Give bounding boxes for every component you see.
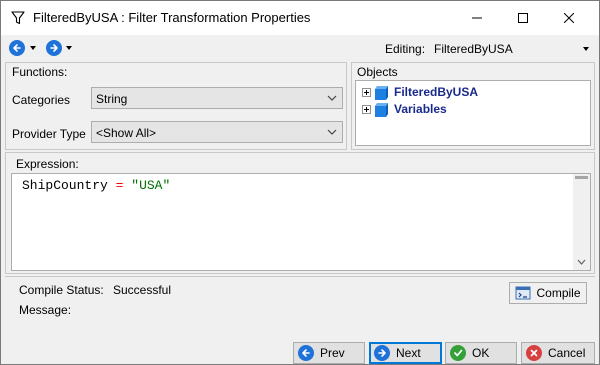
- back-dropdown-icon[interactable]: [30, 46, 36, 50]
- functions-panel: Functions: Categories String Provider Ty…: [5, 62, 347, 150]
- provider-type-label: Provider Type: [12, 127, 86, 141]
- filter-properties-window: FilteredByUSA : Filter Transformation Pr…: [0, 0, 600, 365]
- next-button[interactable]: Next: [369, 342, 442, 364]
- forward-dropdown-icon[interactable]: [66, 46, 72, 50]
- objects-title: Objects: [357, 65, 398, 79]
- dialog-buttons: Prev Next OK Cancel: [1, 337, 599, 365]
- close-icon: [564, 13, 574, 23]
- arrow-left-icon: [298, 345, 314, 361]
- maximize-icon: [518, 13, 528, 23]
- categories-label: Categories: [12, 93, 71, 107]
- toolbar: Editing: FilteredByUSA: [1, 35, 599, 61]
- minimize-button[interactable]: [454, 1, 500, 35]
- categories-value: String: [96, 92, 128, 106]
- cancel-button[interactable]: Cancel: [521, 342, 595, 364]
- tree-item-label: FilteredByUSA: [394, 85, 479, 99]
- code-line: ShipCountry = "USA": [22, 178, 170, 193]
- tree-item-variables[interactable]: Variables: [362, 101, 447, 117]
- cube-icon: [375, 102, 388, 117]
- next-button-label: Next: [396, 346, 421, 360]
- objects-panel: Objects FilteredByUSA Variables: [351, 62, 595, 150]
- forward-button[interactable]: [46, 40, 62, 56]
- scroll-down-button[interactable]: [573, 253, 590, 270]
- compile-button-label: Compile: [536, 286, 581, 300]
- ok-button[interactable]: OK: [445, 342, 517, 364]
- provider-type-select[interactable]: <Show All>: [91, 121, 343, 143]
- objects-tree[interactable]: FilteredByUSA Variables: [355, 80, 591, 146]
- status-panel: Compile Status: Successful Message: Comp…: [5, 276, 595, 332]
- editing-dropdown-icon[interactable]: [583, 47, 589, 51]
- code-string-literal: "USA": [131, 178, 171, 193]
- tree-item-label: Variables: [394, 102, 447, 116]
- window-title: FilteredByUSA : Filter Transformation Pr…: [33, 10, 311, 25]
- compile-status-value: Successful: [113, 283, 172, 297]
- cube-icon: [375, 85, 388, 100]
- expression-editor[interactable]: ShipCountry = "USA": [11, 173, 591, 271]
- provider-type-value: <Show All>: [96, 126, 157, 140]
- arrow-right-icon: [50, 44, 58, 52]
- compile-status-label: Compile Status:: [19, 283, 104, 297]
- minimize-icon: [472, 17, 482, 19]
- checkmark-icon: [450, 345, 466, 361]
- editing-label: Editing:: [385, 42, 426, 56]
- expression-title: Expression:: [16, 157, 79, 171]
- compile-button[interactable]: Compile: [509, 282, 587, 304]
- expand-icon[interactable]: [362, 104, 371, 114]
- compile-icon: [515, 286, 531, 300]
- arrow-right-icon: [374, 345, 390, 361]
- code-operator: =: [115, 178, 124, 193]
- prev-button[interactable]: Prev: [293, 342, 365, 364]
- functions-title: Functions:: [12, 65, 68, 79]
- arrow-left-icon: [13, 44, 21, 52]
- ok-button-label: OK: [472, 346, 490, 360]
- tree-item-filteredbyusa[interactable]: FilteredByUSA: [362, 84, 478, 100]
- categories-select[interactable]: String: [91, 87, 343, 109]
- scroll-thumb[interactable]: [575, 176, 588, 179]
- code-field: ShipCountry: [22, 178, 108, 193]
- prev-button-label: Prev: [320, 346, 345, 360]
- message-label: Message:: [19, 303, 72, 317]
- editing-select[interactable]: FilteredByUSA: [434, 42, 513, 56]
- close-button[interactable]: [546, 1, 592, 35]
- title-bar: FilteredByUSA : Filter Transformation Pr…: [1, 1, 599, 35]
- filter-icon: [11, 11, 25, 25]
- expression-panel: Expression: ShipCountry = "USA": [5, 152, 595, 274]
- cancel-button-label: Cancel: [548, 346, 586, 360]
- chevron-down-icon: [327, 95, 337, 101]
- maximize-button[interactable]: [500, 1, 546, 35]
- back-button[interactable]: [9, 40, 25, 56]
- chevron-down-icon: [327, 129, 337, 135]
- expand-icon[interactable]: [362, 87, 371, 97]
- editor-scrollbar[interactable]: [573, 174, 590, 270]
- x-circle-icon: [526, 345, 542, 361]
- chevron-down-icon: [577, 259, 586, 265]
